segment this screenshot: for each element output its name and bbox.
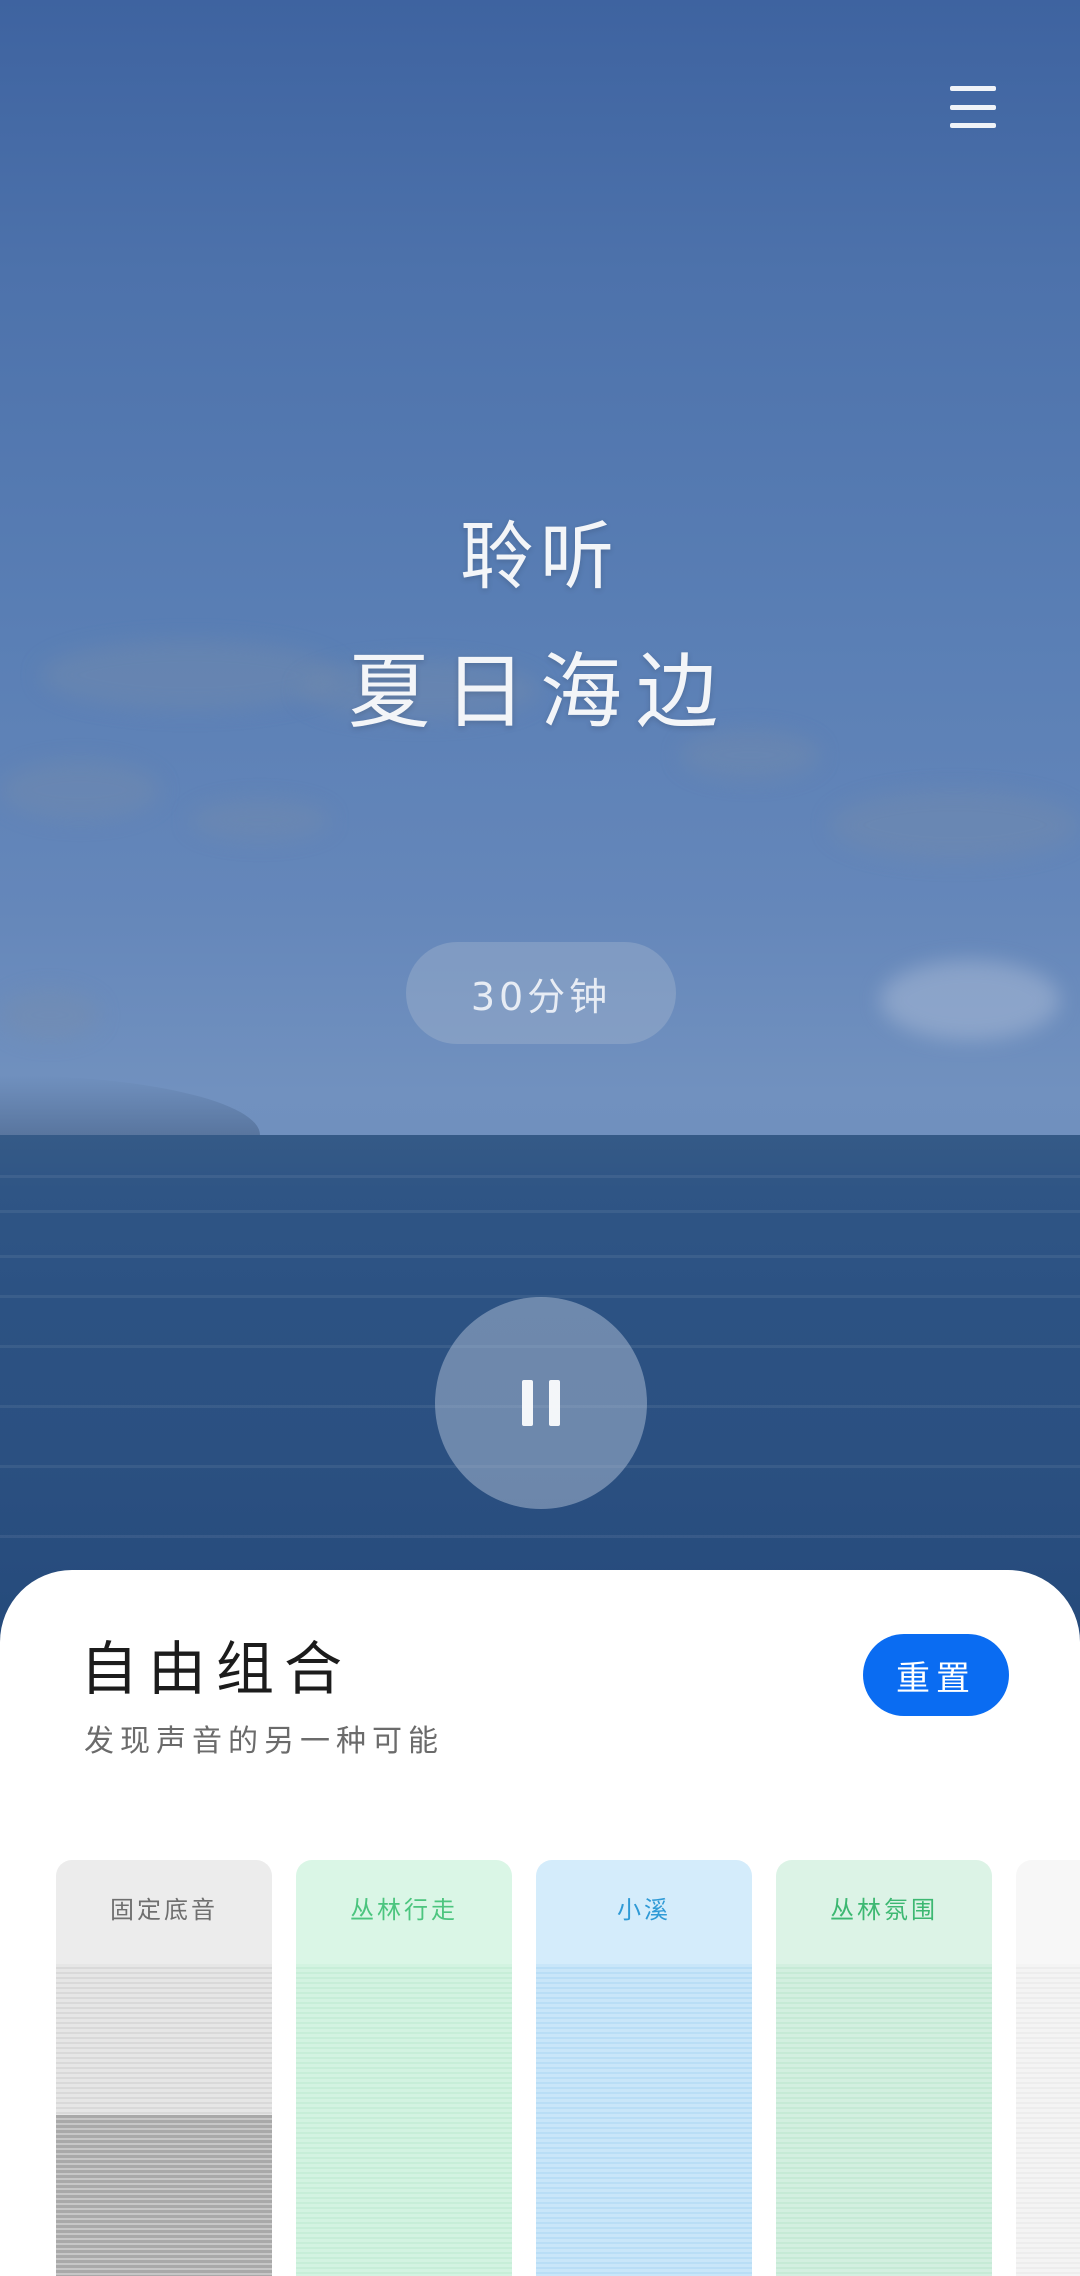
sound-card-stream[interactable]: 小溪: [536, 1860, 752, 2276]
volume-slider[interactable]: [296, 1964, 512, 2276]
hero-title-line2: 夏日海边: [347, 645, 732, 740]
panel-title: 自由组合: [80, 1635, 353, 1703]
volume-slider[interactable]: [536, 1964, 752, 2276]
volume-slider[interactable]: [776, 1964, 992, 2276]
sound-card-label: 丛林氛围: [830, 1896, 938, 1924]
cloud-decoration: [830, 790, 1080, 860]
hero-title-line1: 聆听: [460, 514, 620, 600]
sound-card-jungle-ambience[interactable]: 丛林氛围: [776, 1860, 992, 2276]
reset-button[interactable]: 重置: [863, 1634, 1009, 1716]
sound-card-partial[interactable]: [1016, 1860, 1080, 2276]
pause-icon: [522, 1380, 560, 1426]
app-screen: 聆听 夏日海边 30分钟 自由组合 发现声音的另一种可能 重置 固定底音 丛林行…: [0, 0, 1080, 2276]
cloud-decoration: [190, 800, 330, 840]
hero-title: 聆听 夏日海边: [0, 520, 1080, 734]
pause-button[interactable]: [435, 1297, 647, 1509]
volume-slider[interactable]: [1016, 1964, 1080, 2276]
sound-card-list: 固定底音 丛林行走 小溪 丛林氛围: [56, 1860, 1080, 2276]
mountain-silhouette: [0, 1075, 260, 1135]
volume-slider[interactable]: [56, 1964, 272, 2276]
panel-subtitle: 发现声音的另一种可能: [84, 1724, 444, 1759]
sound-card-label: 固定底音: [110, 1896, 218, 1924]
duration-selector-button[interactable]: 30分钟: [406, 942, 676, 1044]
cloud-decoration: [0, 760, 160, 820]
volume-fill: [56, 2115, 272, 2276]
mix-panel: 自由组合 发现声音的另一种可能 重置 固定底音 丛林行走 小溪 丛林氛围: [0, 1570, 1080, 2276]
hamburger-menu-icon[interactable]: [950, 86, 996, 128]
cloud-decoration: [880, 960, 1060, 1040]
sound-card-label: 丛林行走: [350, 1896, 458, 1924]
sound-card-fixed-base[interactable]: 固定底音: [56, 1860, 272, 2276]
cloud-decoration: [0, 990, 100, 1040]
sound-card-label: 小溪: [617, 1896, 671, 1924]
sound-card-jungle-walk[interactable]: 丛林行走: [296, 1860, 512, 2276]
